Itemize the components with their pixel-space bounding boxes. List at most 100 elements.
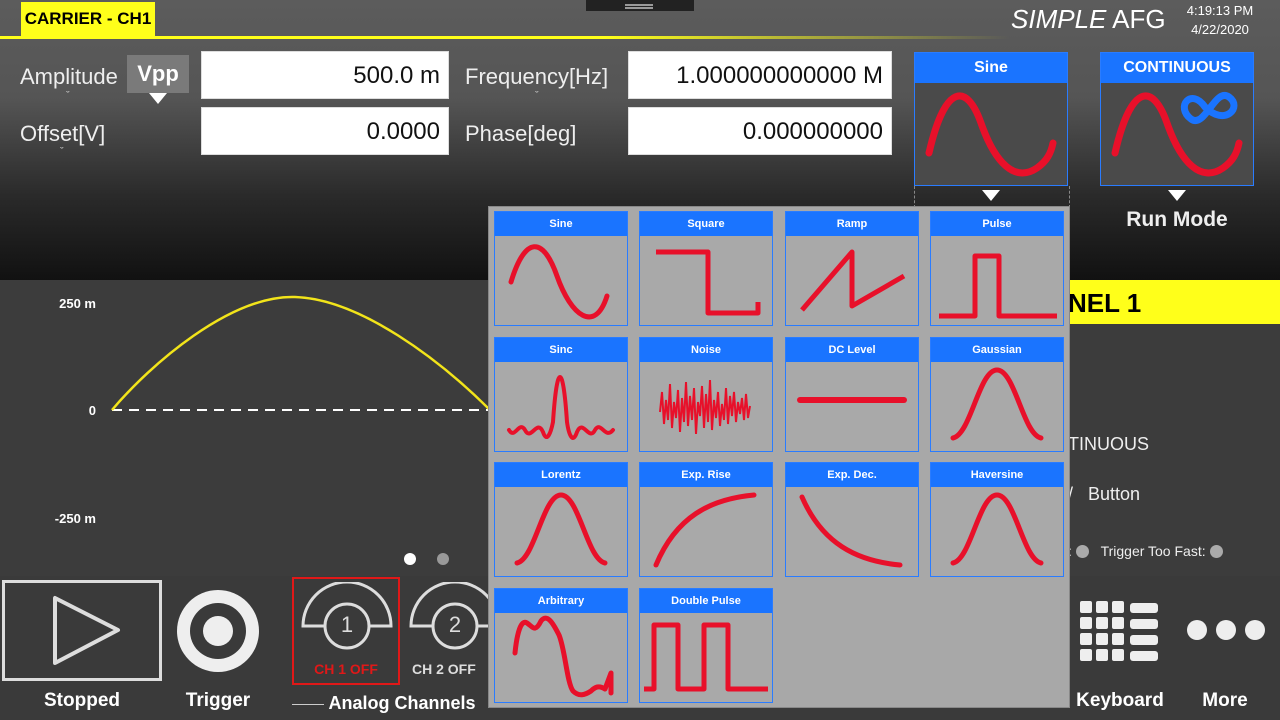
option-label: Square bbox=[640, 212, 772, 236]
offset-input[interactable]: 0.0000 bbox=[201, 107, 449, 155]
waveform-option-lorentz[interactable]: Lorentz bbox=[494, 462, 628, 577]
trigger-icon[interactable] bbox=[175, 588, 261, 674]
option-label: Arbitrary bbox=[495, 589, 627, 613]
amplitude-unit-dropdown-icon[interactable] bbox=[149, 93, 167, 104]
option-label: Pulse bbox=[931, 212, 1063, 236]
phase-label: Phase[deg] bbox=[465, 121, 577, 146]
haversine-wave-icon bbox=[950, 492, 1044, 566]
waveform-option-dc-level[interactable]: DC Level bbox=[785, 337, 919, 452]
clock: 4:19:13 PM 4/22/2020 bbox=[1170, 1, 1270, 39]
more-icon[interactable] bbox=[1186, 619, 1266, 641]
lorentz-wave-icon bbox=[514, 492, 608, 566]
analog-channels-label: Analog Channels bbox=[328, 693, 476, 713]
amplitude-unit-button[interactable]: Vpp bbox=[127, 55, 189, 93]
pulse-wave-icon bbox=[939, 253, 1057, 319]
keyboard-icon[interactable] bbox=[1080, 601, 1160, 661]
sinc-wave-icon bbox=[507, 375, 615, 440]
run-mode-card[interactable]: CONTINUOUS bbox=[1100, 52, 1254, 186]
clock-date: 4/22/2020 bbox=[1191, 22, 1249, 37]
y-tick-top: 250 m bbox=[59, 296, 96, 311]
frequency-label[interactable]: Frequency[Hz] bbox=[465, 64, 608, 90]
double-pulse-icon bbox=[644, 622, 768, 692]
noise-wave-icon bbox=[659, 379, 751, 435]
y-tick-bottom: -250 m bbox=[54, 511, 96, 526]
sine-wave-icon bbox=[925, 92, 1057, 177]
waveform-option-haversine[interactable]: Haversine bbox=[930, 462, 1064, 577]
brand-simple: SIMPLE bbox=[1011, 4, 1107, 34]
option-label: Sinc bbox=[495, 338, 627, 362]
waveform-option-sine[interactable]: Sine bbox=[494, 211, 628, 326]
waveform-option-gaussian[interactable]: Gaussian bbox=[930, 337, 1064, 452]
phase-input[interactable]: 0.000000000 bbox=[628, 107, 892, 155]
square-wave-icon bbox=[656, 249, 761, 316]
signal-curve bbox=[111, 295, 491, 411]
function-card-title: Sine bbox=[915, 53, 1067, 83]
option-label: Sine bbox=[495, 212, 627, 236]
option-label: Exp. Dec. bbox=[786, 463, 918, 487]
side-run-mode-text: TINUOUS bbox=[1068, 434, 1149, 454]
app-brand: SIMPLE AFG bbox=[1011, 4, 1166, 35]
function-selector-card[interactable]: Sine bbox=[914, 52, 1068, 186]
offset-chevron-icon[interactable]: ˇ bbox=[60, 146, 64, 158]
frequency-input[interactable]: 1.000000000000 M bbox=[628, 51, 892, 99]
side-button-text: Button bbox=[1088, 484, 1141, 504]
drawer-grip-icon bbox=[625, 4, 653, 6]
waveform-option-noise[interactable]: Noise bbox=[639, 337, 773, 452]
option-label: Gaussian bbox=[931, 338, 1063, 362]
channel-1-status: CH 1 OFF bbox=[314, 661, 378, 677]
gaussian-wave-icon bbox=[950, 367, 1044, 441]
channel-1-number: 1 bbox=[340, 612, 354, 637]
waveform-option-pulse[interactable]: Pulse bbox=[930, 211, 1064, 326]
status-indicators: : Trigger Too Fast: bbox=[1068, 543, 1223, 559]
option-label: Lorentz bbox=[495, 463, 627, 487]
dc-level-icon bbox=[797, 397, 907, 403]
frequency-chevron-icon[interactable]: ˇ bbox=[535, 90, 539, 102]
waveform-option-double-pulse[interactable]: Double Pulse bbox=[639, 588, 773, 703]
trigger-too-fast-label: Trigger Too Fast: bbox=[1100, 543, 1206, 559]
play-icon bbox=[53, 596, 120, 665]
amplitude-chevron-icon[interactable]: ˇ bbox=[66, 90, 70, 102]
exp-rise-icon bbox=[653, 492, 757, 568]
trigger-too-fast-led bbox=[1209, 545, 1223, 558]
side-trigger-source-text: / Button bbox=[1068, 484, 1141, 504]
status-led bbox=[1075, 545, 1089, 558]
y-tick-zero: 0 bbox=[88, 403, 96, 418]
stopped-label: Stopped bbox=[44, 690, 120, 711]
brand-afg: AFG bbox=[1112, 4, 1166, 34]
continuous-sine-icon bbox=[1111, 91, 1243, 177]
group-divider bbox=[292, 704, 324, 705]
option-label: Ramp bbox=[786, 212, 918, 236]
infinity-icon bbox=[1180, 91, 1238, 125]
option-label: DC Level bbox=[786, 338, 918, 362]
offset-label[interactable]: Offset[V] bbox=[20, 121, 105, 147]
carrier-tab[interactable]: CARRIER - CH1 bbox=[21, 2, 155, 36]
page-dot[interactable] bbox=[437, 553, 449, 565]
run-card-title: CONTINUOUS bbox=[1101, 53, 1253, 83]
exp-decay-icon bbox=[799, 494, 903, 568]
option-label: Haversine bbox=[931, 463, 1063, 487]
sine-wave-icon bbox=[508, 244, 610, 320]
amplitude-input[interactable]: 500.0 m bbox=[201, 51, 449, 99]
keyboard-label: Keyboard bbox=[1076, 690, 1164, 711]
header-divider bbox=[0, 36, 1010, 39]
option-label: Exp. Rise bbox=[640, 463, 772, 487]
more-label: More bbox=[1202, 690, 1248, 711]
trigger-label: Trigger bbox=[185, 690, 251, 711]
run-mode-dropdown-icon[interactable] bbox=[1168, 190, 1186, 201]
function-dropdown-icon[interactable] bbox=[982, 190, 1000, 201]
run-stop-button[interactable] bbox=[2, 580, 162, 681]
page-dot-active[interactable] bbox=[404, 553, 416, 565]
arbitrary-wave-icon bbox=[512, 615, 614, 698]
waveform-option-exp-rise[interactable]: Exp. Rise bbox=[639, 462, 773, 577]
waveform-option-ramp[interactable]: Ramp bbox=[785, 211, 919, 326]
run-mode-label: Run Mode bbox=[1126, 208, 1228, 231]
waveform-option-arbitrary[interactable]: Arbitrary bbox=[494, 588, 628, 703]
clock-time: 4:19:13 PM bbox=[1186, 3, 1254, 18]
option-label: Double Pulse bbox=[640, 589, 772, 613]
waveform-option-exp-decay[interactable]: Exp. Dec. bbox=[785, 462, 919, 577]
waveform-option-square[interactable]: Square bbox=[639, 211, 773, 326]
ramp-wave-icon bbox=[800, 249, 906, 312]
waveform-option-sinc[interactable]: Sinc bbox=[494, 337, 628, 452]
amplitude-label[interactable]: Amplitude bbox=[20, 64, 118, 90]
channel-panel-title: NEL 1 bbox=[1068, 280, 1280, 324]
